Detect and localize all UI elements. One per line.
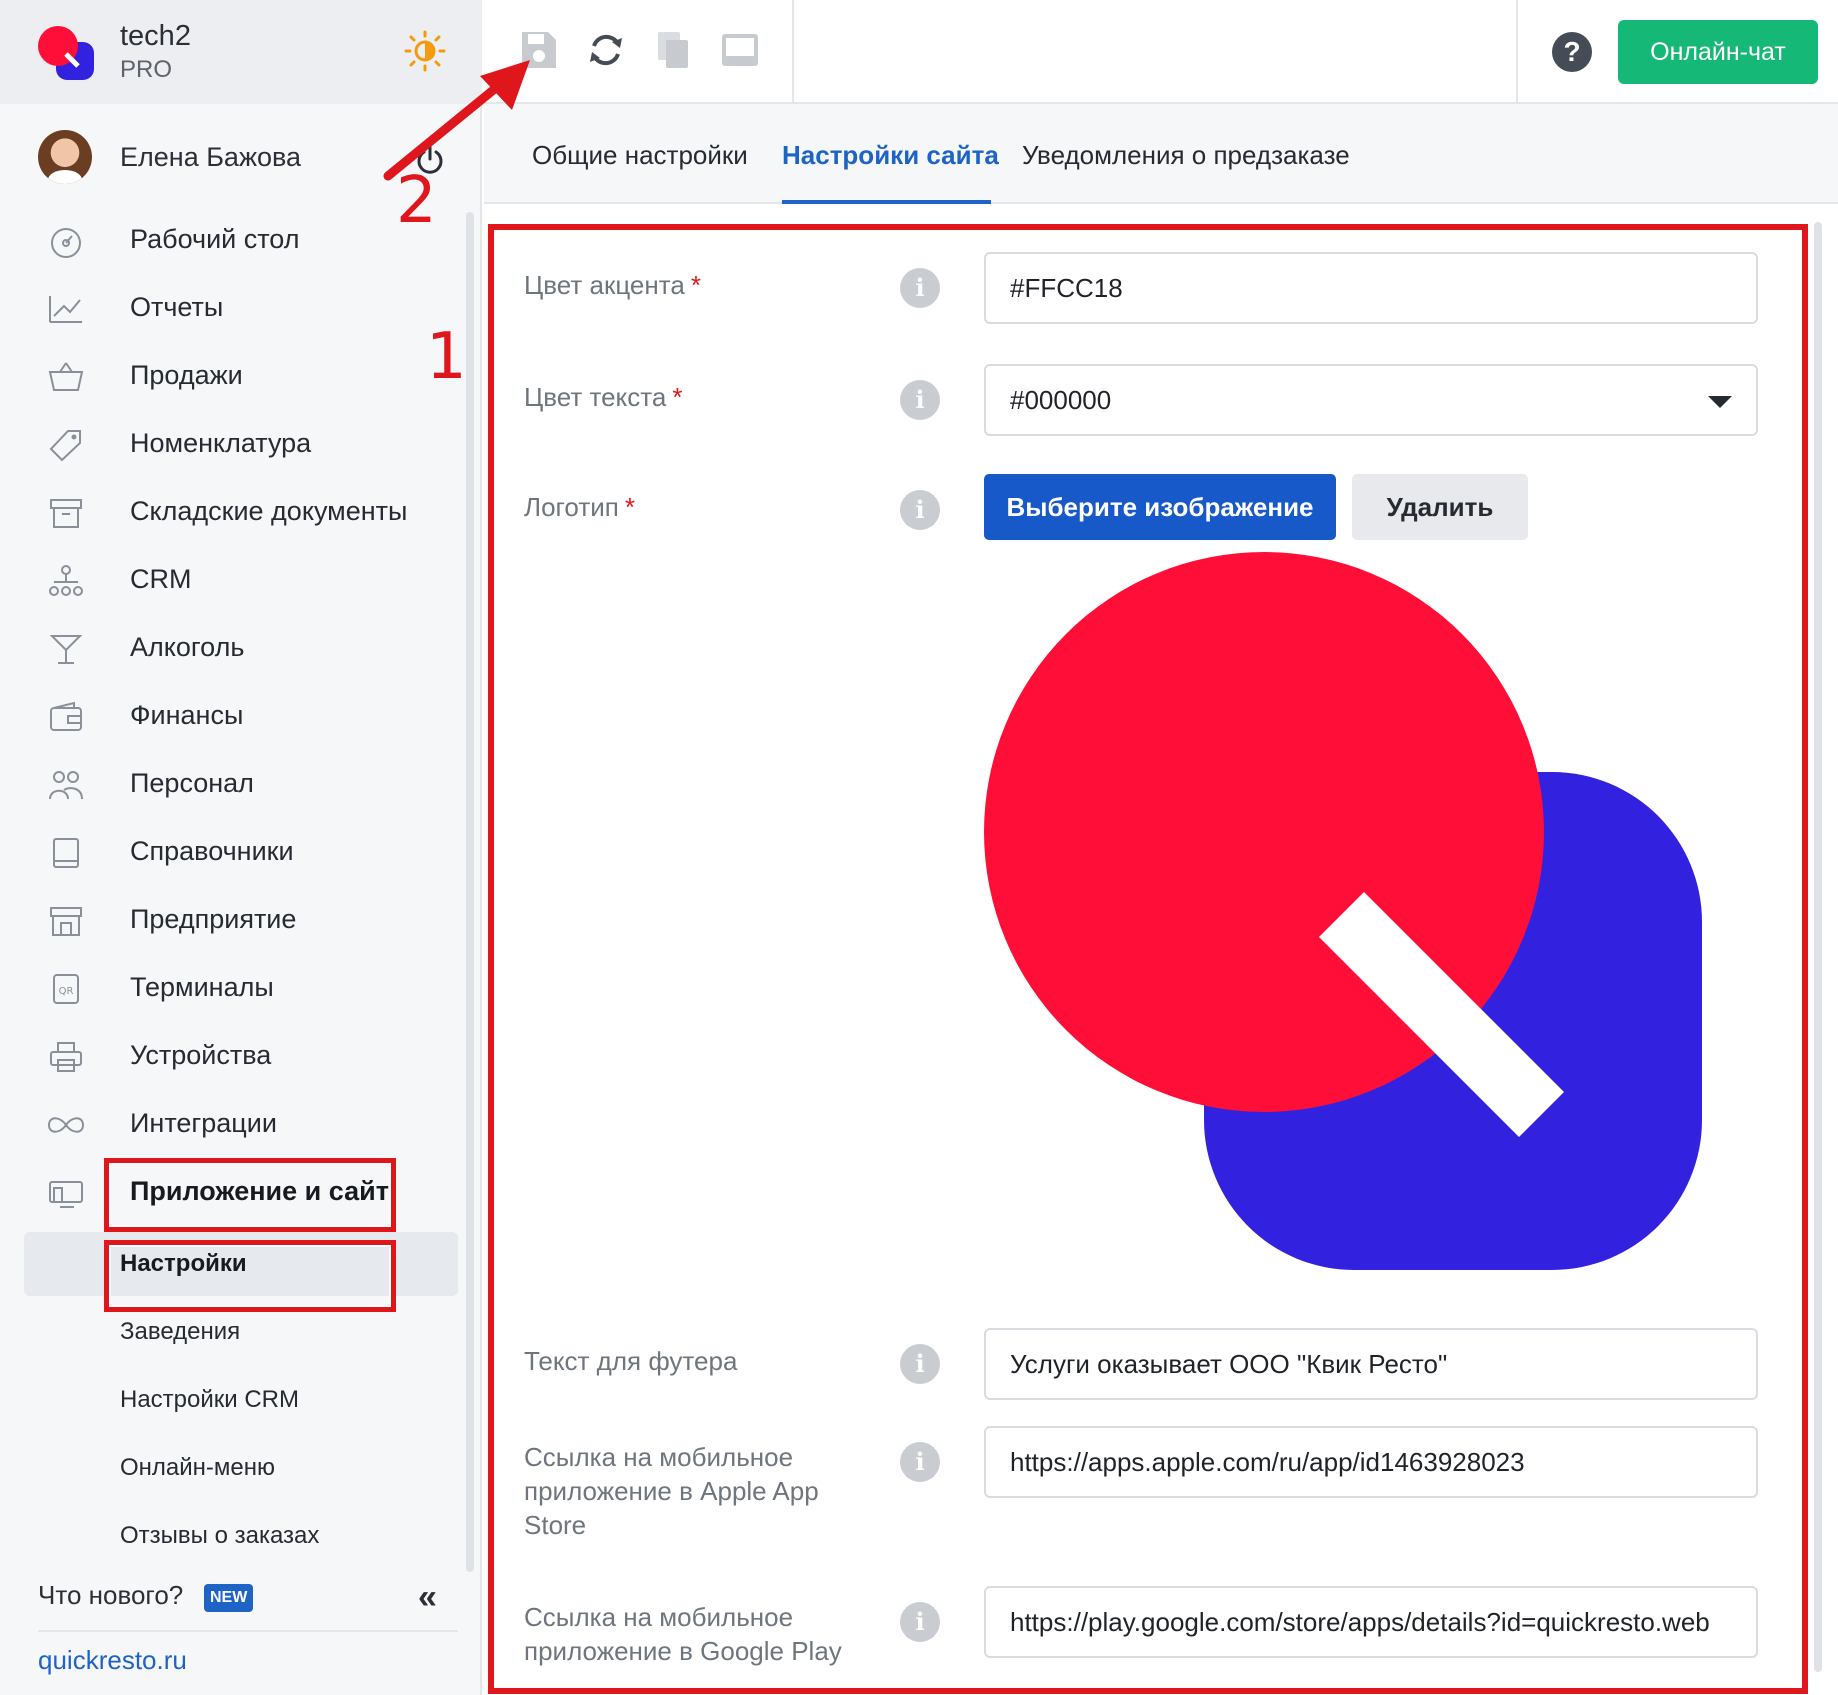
sidebar-item-label: Складские документы [130, 496, 408, 526]
sidebar-item-label: Персонал [130, 768, 254, 798]
basket-icon [48, 362, 84, 391]
sidebar: tech2 PRO Елена Бажова Рабочий стол Отче… [0, 0, 482, 1695]
tag-icon [49, 430, 81, 462]
annotation-number-1: 1 [426, 320, 467, 394]
sidebar-item-label: Алкоголь [130, 632, 245, 662]
sidebar-item-devices[interactable]: Устройства [0, 1026, 460, 1084]
sidebar-item-label: Справочники [130, 836, 294, 866]
user-name: Елена Бажова [120, 142, 302, 172]
toolbar-divider [1516, 0, 1518, 104]
annotation-box-app-and-site [104, 1158, 396, 1232]
sidebar-item-label: Номенклатура [130, 428, 312, 458]
sidebar-item-label: Рабочий стол [130, 224, 300, 254]
qr-icon: QR [53, 974, 79, 1004]
annotation-arrow-icon [383, 60, 530, 181]
sidebar-item-label: Продажи [130, 360, 243, 390]
infinity-icon [47, 1117, 85, 1133]
annotation-box-settings [104, 1240, 396, 1312]
sidebar-item-crm[interactable]: CRM [0, 550, 460, 608]
site-settings-form: Цвет акцента * i #FFCC18 Цвет текста * i #… [484, 206, 1838, 1695]
archive-icon [50, 499, 82, 528]
sidebar-item-dashboard[interactable]: Рабочий стол [0, 210, 460, 268]
sidebar-item-reports[interactable]: Отчеты [0, 278, 460, 336]
app-window: tech2 PRO Елена Бажова Рабочий стол Отче… [0, 0, 1838, 1695]
svg-text:QR: QR [59, 986, 74, 997]
submenu-item-crm-settings[interactable]: Настройки CRM [120, 1386, 299, 1414]
sidebar-item-label: Интеграции [130, 1108, 277, 1138]
printer-icon [50, 1042, 82, 1072]
toolbar: ? Онлайн-чат [484, 0, 1838, 104]
devices-icon [49, 1181, 83, 1208]
submenu-item-order-reviews[interactable]: Отзывы о заказах [120, 1522, 319, 1550]
quickresto-logo-icon [38, 26, 94, 80]
cocktail-icon [49, 635, 83, 664]
chart-icon [49, 296, 82, 323]
whats-new-link[interactable]: Что нового? [38, 1580, 183, 1611]
submenu-item-venues[interactable]: Заведения [120, 1318, 240, 1346]
brand-plan: PRO [120, 56, 173, 83]
sidebar-item-alcohol[interactable]: Алкоголь [0, 618, 460, 676]
active-tab-indicator [782, 200, 991, 204]
collapse-sidebar-icon[interactable]: « [418, 1578, 437, 1617]
sidebar-item-label: Устройства [130, 1040, 272, 1070]
sidebar-item-finance[interactable]: Финансы [0, 686, 460, 744]
settings-tabs: Общие настройки Настройки сайта Уведомле… [484, 104, 1838, 204]
brand-name: tech2 [120, 20, 191, 52]
sidebar-divider [38, 1630, 458, 1632]
book-icon [53, 838, 79, 868]
sidebar-item-label: CRM [130, 564, 192, 594]
sidebar-item-label: Предприятие [130, 904, 297, 934]
sidebar-item-staff[interactable]: Персонал [0, 754, 460, 812]
sidebar-item-label: Финансы [130, 700, 244, 730]
sidebar-item-sales[interactable]: Продажи [0, 346, 460, 404]
sidebar-item-directories[interactable]: Справочники [0, 822, 460, 880]
refresh-icon[interactable] [582, 26, 630, 74]
toolbar-divider [792, 0, 794, 104]
copy-icon[interactable] [650, 26, 698, 74]
sidebar-item-terminals[interactable]: QR Терминалы [0, 958, 460, 1016]
sidebar-item-integrations[interactable]: Интеграции [0, 1094, 460, 1152]
annotation-frame-form [488, 224, 1808, 1694]
site-link[interactable]: quickresto.ru [38, 1645, 187, 1676]
org-chart-icon [49, 565, 83, 596]
inbox-icon[interactable] [716, 26, 764, 74]
sidebar-item-label: Отчеты [130, 292, 224, 322]
help-icon[interactable]: ? [1552, 32, 1592, 72]
online-chat-button[interactable]: Онлайн-чат [1618, 20, 1818, 84]
submenu-item-online-menu[interactable]: Онлайн-меню [120, 1454, 275, 1482]
sidebar-item-enterprise[interactable]: Предприятие [0, 890, 460, 948]
wallet-icon [50, 701, 82, 731]
tab-site-settings[interactable]: Настройки сайта [782, 140, 999, 171]
new-badge: NEW [204, 1584, 254, 1612]
people-icon [49, 771, 83, 800]
avatar [38, 130, 92, 184]
sidebar-item-nomenclature[interactable]: Номенклатура [0, 414, 460, 472]
tab-general-settings[interactable]: Общие настройки [532, 140, 748, 171]
sidebar-item-warehouse-docs[interactable]: Складские документы [0, 482, 460, 540]
tab-preorder-notifications[interactable]: Уведомления о предзаказе [1022, 140, 1350, 171]
sidebar-scrollbar[interactable] [466, 212, 474, 1572]
sidebar-item-label: Терминалы [130, 972, 274, 1002]
content-scrollbar[interactable] [1814, 222, 1822, 1672]
store-icon [50, 907, 82, 936]
dashboard-icon [51, 228, 81, 258]
